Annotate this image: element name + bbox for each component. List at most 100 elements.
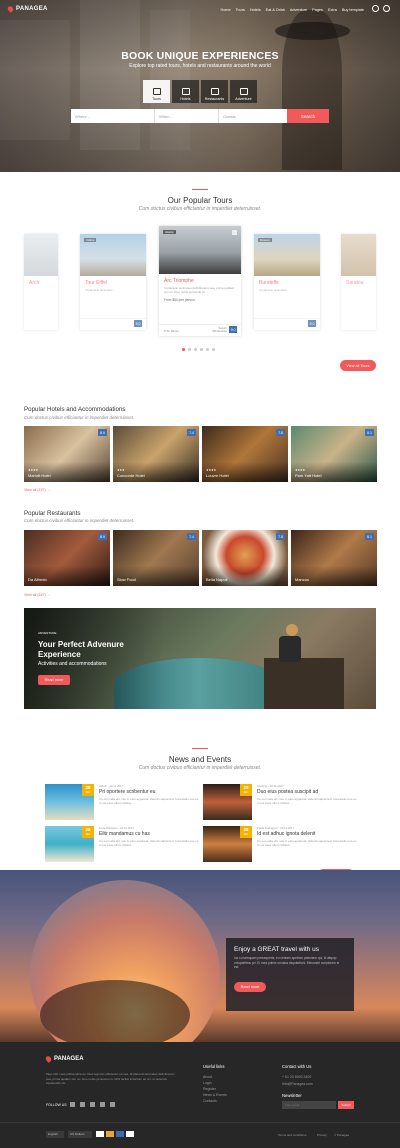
restaurant-card[interactable]: 8.1 Mancus (291, 530, 377, 586)
hero-subtitle: Explore top rated tours, hotels and rest… (129, 63, 271, 69)
news-date: 28 Dec (240, 826, 252, 838)
email-link[interactable]: info@Panagea.com (282, 1082, 313, 1086)
footer-link-about[interactable]: About (203, 1075, 212, 1079)
search-button[interactable]: Search (287, 109, 329, 123)
adventure-subtitle: Activities and accommodations (38, 661, 107, 667)
tours-title: Our Popular Tours (167, 196, 233, 205)
pin-icon (44, 1055, 53, 1063)
instagram-icon[interactable] (110, 1102, 115, 1107)
hotels-subtitle: Cum doctus civibus efficiantur in imperd… (24, 415, 135, 420)
twitter-icon[interactable] (80, 1102, 85, 1107)
contact-heading: Contact with Us (282, 1064, 312, 1069)
nav-pages[interactable]: Pages (312, 8, 323, 12)
pin-icon (6, 5, 15, 13)
guests-input[interactable]: Guests (219, 109, 287, 123)
footer: PANAGEA Mea nibh meis philosophia eu. Du… (0, 1042, 400, 1148)
footer-about: Mea nibh meis philosophia eu. Duis legim… (46, 1072, 175, 1085)
view-all-hotels-link[interactable]: View all (157) → (24, 488, 50, 492)
phone-link[interactable]: + 61 23 8093 3400 (282, 1075, 311, 1079)
tour-card[interactable]: Museum Bundeffe Id placerat tacimates 9.… (254, 234, 320, 330)
news-date: 28 Dec (82, 826, 94, 838)
hero-title: BOOK UNIQUE EXPERIENCES (121, 50, 279, 62)
restaurants-title: Popular Restaurants (24, 510, 81, 517)
restaurant-card[interactable]: 7.8 Bella Napoli (202, 530, 288, 586)
promo-box: Enjoy a GREAT travel with us Ius cu tamq… (226, 938, 354, 1011)
google-plus-icon[interactable] (90, 1102, 95, 1107)
paypal-icon (116, 1131, 124, 1137)
news-item[interactable]: 28 Dec Paula Rodriguez - 20.11.2017 Id est… (203, 826, 357, 862)
category-restaurants[interactable]: Restaurants (201, 80, 228, 103)
view-all-restaurants-link[interactable]: View all (157) → (24, 593, 50, 597)
hotel-card[interactable]: 7.8 ★★★★ Louvre Hotel (202, 426, 288, 482)
hotel-icon (181, 88, 190, 95)
hotel-card[interactable]: 8.1 ★★★★ Park Yatt Hotel (291, 426, 377, 482)
visa-icon (96, 1131, 104, 1137)
footer-logo[interactable]: PANAGEA (44, 1055, 84, 1063)
promo-read-more-button[interactable]: Read more (234, 982, 266, 992)
newsletter-heading: Newsletter (282, 1093, 302, 1098)
nav-hotels[interactable]: Hotels (250, 8, 261, 12)
adventure-title: Your Perfect Advenure Experience (38, 640, 124, 659)
brand-logo[interactable]: PANAGEA (6, 5, 48, 13)
tours-subtitle: Cum doctus civibus efficiantur in imperd… (138, 206, 262, 212)
hotel-card[interactable]: 7.4 ★★★ Concorde Hotel (113, 426, 199, 482)
footer-link-contacts[interactable]: Contacts (203, 1099, 217, 1103)
mastercard-icon (106, 1131, 114, 1137)
tour-card[interactable]: Sarabia (341, 234, 376, 330)
heart-icon[interactable] (383, 5, 390, 12)
restaurant-icon (210, 88, 219, 95)
category-hotels[interactable]: Hotels (172, 80, 199, 103)
footer-links-heading: Useful links (203, 1064, 225, 1069)
amex-icon (126, 1131, 134, 1137)
copyright: © Panagea (334, 1133, 350, 1137)
view-all-tours-button[interactable]: View all Tours (340, 360, 376, 371)
tours-icon (152, 88, 161, 95)
wishlist-icon[interactable] (232, 230, 237, 235)
newsletter-submit-button[interactable]: Submit (338, 1101, 354, 1109)
restaurant-card[interactable]: 7.4 Slow Food (113, 530, 199, 586)
news-subtitle: Cum doctus civibus efficiantur in imperd… (138, 765, 262, 771)
when-input[interactable]: When... (155, 109, 219, 123)
news-item[interactable]: 28 Dec Cooking - 20.11.2017 Duo eius poste… (203, 784, 357, 820)
nav-buy-template[interactable]: Buy template (342, 8, 364, 12)
restaurant-card[interactable]: 8.9 Da Alfredo (24, 530, 110, 586)
newsletter-email-input[interactable] (282, 1101, 336, 1109)
footer-link-register[interactable]: Register (203, 1087, 216, 1091)
footer-link-news[interactable]: News & Events (203, 1093, 227, 1097)
carousel-dots[interactable] (182, 348, 215, 351)
pinterest-icon[interactable] (100, 1102, 105, 1107)
facebook-icon[interactable] (70, 1102, 75, 1107)
tour-card[interactable]: Culture Tour Eiffel Id placerat tacimate… (80, 234, 146, 330)
news-item[interactable]: 28 Dec Luca Robinson - 20.11.2017 Elitr ma… (45, 826, 199, 862)
restaurants-subtitle: Cum doctus civibus efficiantur in imperd… (24, 518, 135, 523)
terms-link[interactable]: Terms and conditions (278, 1133, 306, 1137)
user-icon[interactable] (372, 5, 379, 12)
nav-tours[interactable]: Tours (236, 8, 245, 12)
score-badge: 9.0 (229, 326, 237, 333)
news-date: 28 Dec (82, 784, 94, 796)
adventure-read-more-button[interactable]: Read more (38, 675, 70, 685)
divider (192, 748, 208, 749)
where-input[interactable]: Where... (71, 109, 155, 123)
nav-adventure[interactable]: Adventure (290, 8, 307, 12)
language-select[interactable]: English (46, 1131, 64, 1138)
adventure-icon (239, 88, 248, 95)
divider (192, 189, 208, 190)
footer-link-login[interactable]: Login (203, 1081, 212, 1085)
currency-select[interactable]: US Dollars (68, 1131, 92, 1138)
category-adventure[interactable]: Adventure (230, 80, 257, 103)
tour-card[interactable]: Arch (24, 234, 58, 330)
search-bar: Where... When... Guests Search (71, 109, 329, 123)
nav-eat-drink[interactable]: Eat & Drink (266, 8, 285, 12)
nav-extra[interactable]: Extra (328, 8, 337, 12)
adventure-kicker: ADVENTURE (38, 631, 57, 635)
news-date: 28 Dec (240, 784, 252, 796)
hotel-card[interactable]: 8.9 ★★★★ Mariott Hotel (24, 426, 110, 482)
tour-name[interactable]: Arc Triomphe (159, 274, 241, 286)
category-tours[interactable]: Tours (143, 80, 170, 103)
privacy-link[interactable]: Privacy (317, 1133, 327, 1137)
tour-card-featured[interactable]: Historic Arc Triomphe Id placerat tacima… (159, 226, 241, 336)
nav-home[interactable]: Home (220, 8, 230, 12)
news-item[interactable]: 28 Dec Admin - 20.11.2017 Pri oportere scr… (45, 784, 199, 820)
news-title: News and Events (168, 755, 232, 764)
